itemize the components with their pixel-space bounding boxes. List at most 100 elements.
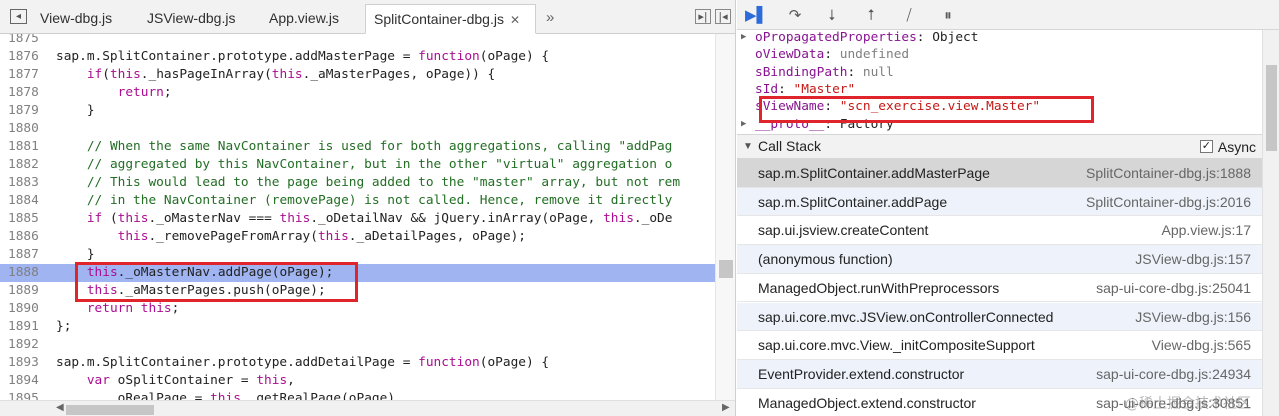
property-value: Object [932,30,979,45]
line-source: if(this._hasPageInArray(this._aMasterPag… [86,67,496,82]
line-number[interactable]: 1881 [8,138,46,156]
call-frame[interactable]: sap.ui.core.mvc.View._initCompositeSuppo… [737,331,1262,360]
line-number[interactable]: 1895 [8,390,46,400]
scrollbar-thumb[interactable] [66,405,154,415]
pause-on-exceptions-icon[interactable]: ⏸ [937,5,959,25]
line-number[interactable]: 1891 [8,318,46,336]
async-checkbox[interactable]: ✓ Async [1199,139,1256,155]
step-over-icon[interactable]: ↷ [784,5,806,25]
code-line[interactable]: 1894 var oSplitContainer = this, [0,372,720,390]
call-frame[interactable]: EventProvider.extend.constructor sap-ui-c… [737,359,1262,389]
editor-vertical-scrollbar[interactable] [715,34,735,400]
scope-property[interactable]: ▶ oPropagatedProperties: Object [741,29,979,46]
code-line[interactable]: 1878 return; [0,84,720,102]
tab-app-view[interactable]: App.view.js [269,4,339,34]
scrollbar-thumb[interactable] [719,260,733,278]
code-line[interactable]: 1882 // aggregated by this NavContainer,… [0,156,720,174]
resume-icon[interactable]: ▶▌ [745,5,768,25]
scrollbar-thumb[interactable] [1266,65,1277,151]
frame-location[interactable]: SplitContainer-dbg.js:1888 [1086,159,1251,187]
frame-function: ManagedObject.extend.constructor [758,394,976,411]
code-line[interactable]: 1892 [0,336,720,354]
code-line[interactable]: 1893 sap.m.SplitContainer.prototype.addDe… [0,354,720,372]
line-number[interactable]: 1893 [8,354,46,372]
call-frame[interactable]: (anonymous function) JSView-dbg.js:157 [737,245,1262,274]
expand-arrow-icon[interactable]: ▶ [741,116,746,133]
frame-location[interactable]: sap-ui-core-dbg.js:25041 [1096,274,1251,302]
code-line[interactable]: 1885 if (this._oMasterNav === this._oDet… [0,210,720,228]
line-number[interactable]: 1882 [8,156,46,174]
panel-toggle-icon[interactable]: ◂ [10,9,27,24]
line-source: return this; [86,301,180,316]
frame-location[interactable]: View-dbg.js:565 [1152,331,1251,359]
code-line[interactable]: 1880 [0,120,720,138]
line-number[interactable]: 1879 [8,102,46,120]
editor-horizontal-scrollbar[interactable]: ◀ ▶ [0,400,735,416]
scroll-left-arrow-icon[interactable]: ◀ [56,402,64,413]
watermark: @稀土掘金技术社区 [1125,396,1251,412]
line-number[interactable]: 1878 [8,84,46,102]
property-value: undefined [839,47,910,63]
line-number[interactable]: 1876 [8,48,46,66]
code-line[interactable]: 1879 } [0,102,720,120]
line-number[interactable]: 1888 [8,264,46,282]
code-line[interactable]: 1890 return this; [0,300,720,318]
code-line[interactable]: 1895 oRealPage = this._getRealPage(oPage… [0,390,720,400]
scroll-right-arrow-icon[interactable]: ▶ [722,402,730,413]
line-source: } [56,103,95,118]
line-source: // When the same NavContainer is used fo… [86,139,673,154]
frame-function: sap.m.SplitContainer.addMasterPage [758,165,990,181]
step-out-icon[interactable]: ⭡ [860,5,882,25]
scope-property[interactable]: oViewData: undefined [755,46,909,63]
line-number[interactable]: 1883 [8,174,46,192]
call-frame[interactable]: sap.m.SplitContainer.addMasterPage SplitC… [737,159,1262,188]
property-name: oPropagatedProperties [755,30,917,45]
frame-function: EventProvider.extend.constructor [758,365,965,382]
tab-jsview-dbg[interactable]: JSView-dbg.js [147,4,235,34]
line-number[interactable]: 1880 [8,120,46,138]
annotation-box-code [75,262,358,302]
code-line[interactable]: 1886 this._removePageFromArray(this._aDe… [0,228,720,246]
hide-debugger-icon[interactable]: |◂ [715,9,731,24]
tab-view-dbg[interactable]: View-dbg.js [40,4,112,34]
line-number[interactable]: 1894 [8,372,46,390]
expand-arrow-icon[interactable]: ▶ [741,29,746,46]
line-number[interactable]: 1885 [8,210,46,228]
line-number[interactable]: 1892 [8,336,46,354]
sidebar-vertical-scrollbar[interactable] [1262,30,1279,416]
show-navigator-icon[interactable]: ▸| [695,9,711,24]
code-editor[interactable]: 1875 1876 sap.m.SplitContainer.prototype.a… [0,30,720,400]
deactivate-breakpoints-icon[interactable]: ⧸ [898,5,920,25]
property-separator: : [824,47,840,63]
line-number[interactable]: 1884 [8,192,46,210]
scope-property[interactable]: sBindingPath: null [755,64,894,81]
line-number[interactable]: 1886 [8,228,46,246]
line-source: // This would lead to the page being add… [86,175,681,190]
step-into-icon[interactable]: ⭣ [821,5,843,25]
call-frame[interactable]: sap.ui.core.mvc.JSView.onControllerConne… [737,302,1262,332]
code-line[interactable]: 1884 // in the NavContainer (removePage)… [0,192,720,210]
code-line[interactable]: 1877 if(this._hasPageInArray(this._aMast… [0,66,720,84]
frame-location[interactable]: JSView-dbg.js:156 [1135,303,1251,331]
tab-splitcontainer-dbg[interactable]: SplitContainer-dbg.js ✕ [365,4,536,34]
checkbox-icon[interactable]: ✓ [1199,140,1213,153]
code-line[interactable]: 1891}; [0,318,720,336]
tabs-overflow-icon[interactable]: » [546,4,554,34]
close-tab-icon[interactable]: ✕ [510,6,520,34]
code-line[interactable]: 1881 // When the same NavContainer is us… [0,138,720,156]
frame-location[interactable]: JSView-dbg.js:157 [1135,245,1251,273]
line-number[interactable]: 1877 [8,66,46,84]
code-line[interactable]: 1883 // This would lead to the page bein… [0,174,720,192]
call-stack-header[interactable]: ▼ Call Stack ✓ Async [737,134,1262,159]
code-line[interactable]: 1876 sap.m.SplitContainer.prototype.addMa… [0,48,720,66]
frame-location[interactable]: App.view.js:17 [1162,216,1252,244]
line-number[interactable]: 1890 [8,300,46,318]
call-frame[interactable]: sap.ui.jsview.createContent App.view.js:1… [737,216,1262,246]
line-number[interactable]: 1889 [8,282,46,300]
frame-location[interactable]: sap-ui-core-dbg.js:24934 [1096,360,1251,388]
call-frame[interactable]: sap.m.SplitContainer.addPage SplitContain… [737,187,1262,217]
call-frame[interactable]: ManagedObject.runWithPreprocessors sap-ui… [737,274,1262,303]
line-number[interactable]: 1887 [8,246,46,264]
frame-location[interactable]: SplitContainer-dbg.js:2016 [1086,188,1251,216]
line-source: // in the NavContainer (removePage) is n… [86,193,673,208]
